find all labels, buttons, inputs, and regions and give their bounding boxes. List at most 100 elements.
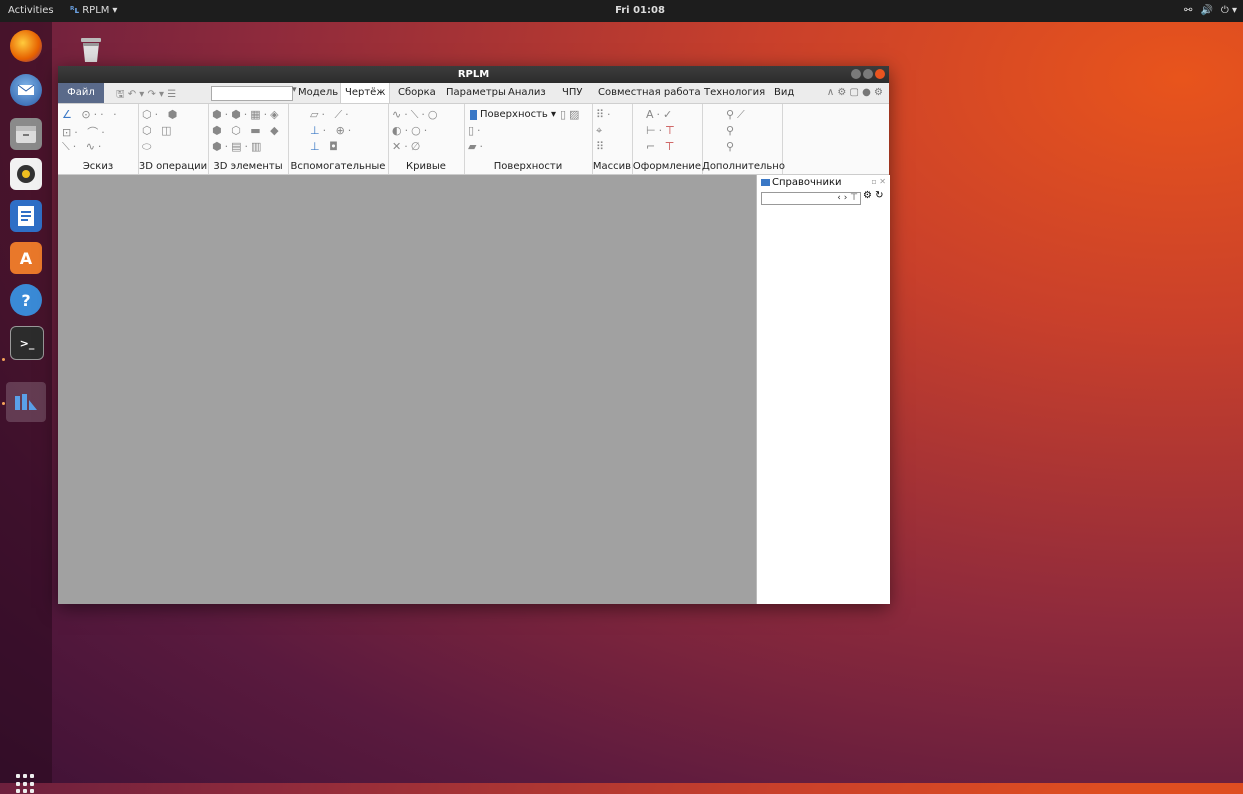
ribbon-options[interactable]: ∧ ⚙ ▢ ● ⚙ [827,87,883,98]
curves-row-3[interactable]: ✕·∅ [392,140,423,153]
panel-tools[interactable]: ⚙ ↻ [863,190,884,201]
surface-dropdown[interactable]: Поверхность ▾ [470,109,556,120]
tab-view[interactable]: Вид [770,83,798,103]
sketch-tools-row-2[interactable]: ⊡· ⌒· [62,124,108,140]
tab-parameters[interactable]: Параметры [442,83,510,103]
ribbon: ∠ ⊙·· · ⊡· ⌒· ⟍· ∿· Эскиз ⬡· ⬢ ⬡ ◫ ⬭ 3D … [58,104,889,175]
reference-search-input[interactable]: ‹ › ⊤ [761,192,861,205]
clock[interactable]: Fri 01:08 [610,4,670,18]
window-titlebar[interactable]: RPLM [58,66,889,83]
group-label: Массив [592,161,632,172]
surfaces-col-icons[interactable]: ▯▨ [560,108,582,121]
quick-access-combo[interactable] [211,86,293,101]
thunderbird-icon[interactable] [10,74,42,106]
files-icon[interactable] [10,118,42,150]
extra-row-2[interactable]: ⚲ [726,124,737,137]
group-label: 3D элементы [213,161,283,172]
top-bar: Activities ᴿʟ RPLM ▾ Fri 01:08 ⚯ 🔊 ⏻ ▾ [0,0,1243,22]
ops-row-3[interactable]: ⬭ [142,140,154,154]
file-menu-button[interactable]: Файл [58,83,104,103]
surface-dropdown-label: Поверхность ▾ [480,109,557,120]
software-icon[interactable]: A [10,242,42,274]
chevron-down-icon: ▾ [112,5,118,16]
tab-analysis[interactable]: Анализ [504,83,550,103]
tab-assembly[interactable]: Сборка [394,83,440,103]
quick-access-toolbar[interactable]: 🖫 ↶ ▾ ↷ ▾ ☰ [116,87,176,104]
pattern-row-2[interactable]: ⌖ [596,124,605,138]
annot-row-3[interactable]: ⌐ ⊤ [646,140,677,153]
rplm-logo-icon: ᴿʟ [70,6,80,16]
minimize-icon[interactable] [851,69,861,79]
close-icon[interactable] [875,69,885,79]
app-menu-label: RPLM [82,5,110,16]
firefox-icon[interactable] [10,30,42,62]
search-nav-icons[interactable]: ‹ › ⊤ [837,193,858,203]
window-title: RPLM [457,69,490,80]
surfaces-row-3[interactable]: ▰· [468,140,486,153]
volume-icon[interactable]: 🔊 [1200,4,1212,18]
model-workspace[interactable] [58,175,756,604]
tab-collaboration[interactable]: Совместная работа [594,83,705,103]
elements-row-1[interactable]: ⬢·⬢·▦·◈ [212,108,282,121]
window-controls [851,69,885,79]
tab-technology[interactable]: Технология [700,83,769,103]
group-3d-operations: ⬡· ⬢ ⬡ ◫ ⬭ 3D операции [138,104,209,174]
running-indicator [2,358,5,361]
group-label: Эскиз [82,161,114,172]
dock: A ? >_ [0,22,52,794]
maximize-icon[interactable] [863,69,873,79]
tab-model[interactable]: Модель [294,83,342,103]
group-additional: ⚲⟋ ⚲ ⚲ Дополнительно [702,104,785,174]
ops-row-1[interactable]: ⬡· ⬢ [142,108,180,121]
show-applications-icon[interactable] [16,774,36,794]
writer-icon[interactable] [10,200,42,232]
terminal-icon[interactable]: >_ [10,326,44,360]
surface-icon [470,109,477,120]
app-menu[interactable]: ᴿʟ RPLM ▾ [70,4,117,18]
group-label: Оформление [632,161,702,172]
tab-cnc[interactable]: ЧПУ [558,83,586,103]
group-sketch: ∠ ⊙·· · ⊡· ⌒· ⟍· ∿· Эскиз [58,104,139,174]
sketch-tools-row-3[interactable]: ⟍· ∿· [62,140,104,154]
rplm-icon[interactable] [10,386,42,418]
references-panel: Справочники ▫ ✕ ‹ › ⊤ ⚙ ↻ [756,175,890,604]
surfaces-row-2[interactable]: ▯· [468,124,484,137]
network-icon[interactable]: ⚯ [1184,4,1192,18]
ops-row-2[interactable]: ⬡ ◫ [142,124,175,137]
group-curves: ∿·⟍·○ ◐·○· ✕·∅ Кривые [388,104,465,174]
pattern-row-1[interactable]: ⠿· [596,108,614,121]
elements-row-3[interactable]: ⬢·▤·▥ [212,140,264,153]
sketch-tools-row-1[interactable]: ∠ ⊙·· · [62,108,120,121]
curves-row-2[interactable]: ◐·○· [392,124,430,137]
annot-row-1[interactable]: A·✓ [646,108,675,121]
aux-row-2[interactable]: ⊥· ⊕· [310,124,354,137]
panel-title: Справочники [761,177,842,188]
extra-row-3[interactable]: ⚲ [726,140,737,153]
trash-icon[interactable] [80,37,102,63]
activities-button[interactable]: Activities [8,4,54,18]
annot-row-2[interactable]: ⊢·⊤ [646,124,678,137]
group-pattern: ⠿· ⌖ ⠿ Массив [592,104,633,174]
system-tray[interactable]: ⚯ 🔊 ⏻ ▾ [1184,4,1237,18]
tab-drawing[interactable]: Чертёж [340,83,391,103]
rhythmbox-icon[interactable] [10,158,42,190]
ribbon-tabs: Файл 🖫 ↶ ▾ ↷ ▾ ☰ ▾ Модель Чертёж Сборка … [58,83,889,104]
group-label: Кривые [406,161,446,172]
aux-row-1[interactable]: ▱· ⟋· [310,108,352,122]
curves-row-1[interactable]: ∿·⟍·○ [392,108,441,122]
elements-row-2[interactable]: ⬢ ⬡ ▬ ◆ [212,124,282,137]
group-auxiliary: ▱· ⟋· ⊥· ⊕· ⊥ ◘ Вспомогательные [288,104,389,174]
group-label: Поверхности [493,161,563,172]
group-3d-elements: ⬢·⬢·▦·◈ ⬢ ⬡ ▬ ◆ ⬢·▤·▥ 3D элементы [208,104,289,174]
grid-icon [761,179,770,186]
pattern-row-3[interactable]: ⠿ [596,140,607,153]
panel-title-label: Справочники [772,177,842,188]
aux-row-3[interactable]: ⊥ ◘ [310,140,341,153]
group-annotation: A·✓ ⊢·⊤ ⌐ ⊤ Оформление [632,104,703,174]
group-surfaces: Поверхность ▾ ▯· ▰· ▯▨ Поверхности [464,104,593,174]
help-icon[interactable]: ? [10,284,42,316]
extra-row-1[interactable]: ⚲⟋ [726,108,748,122]
panel-controls[interactable]: ▫ ✕ [871,177,886,186]
power-icon[interactable]: ⏻ ▾ [1221,4,1237,18]
group-label: Вспомогательные [290,161,386,172]
